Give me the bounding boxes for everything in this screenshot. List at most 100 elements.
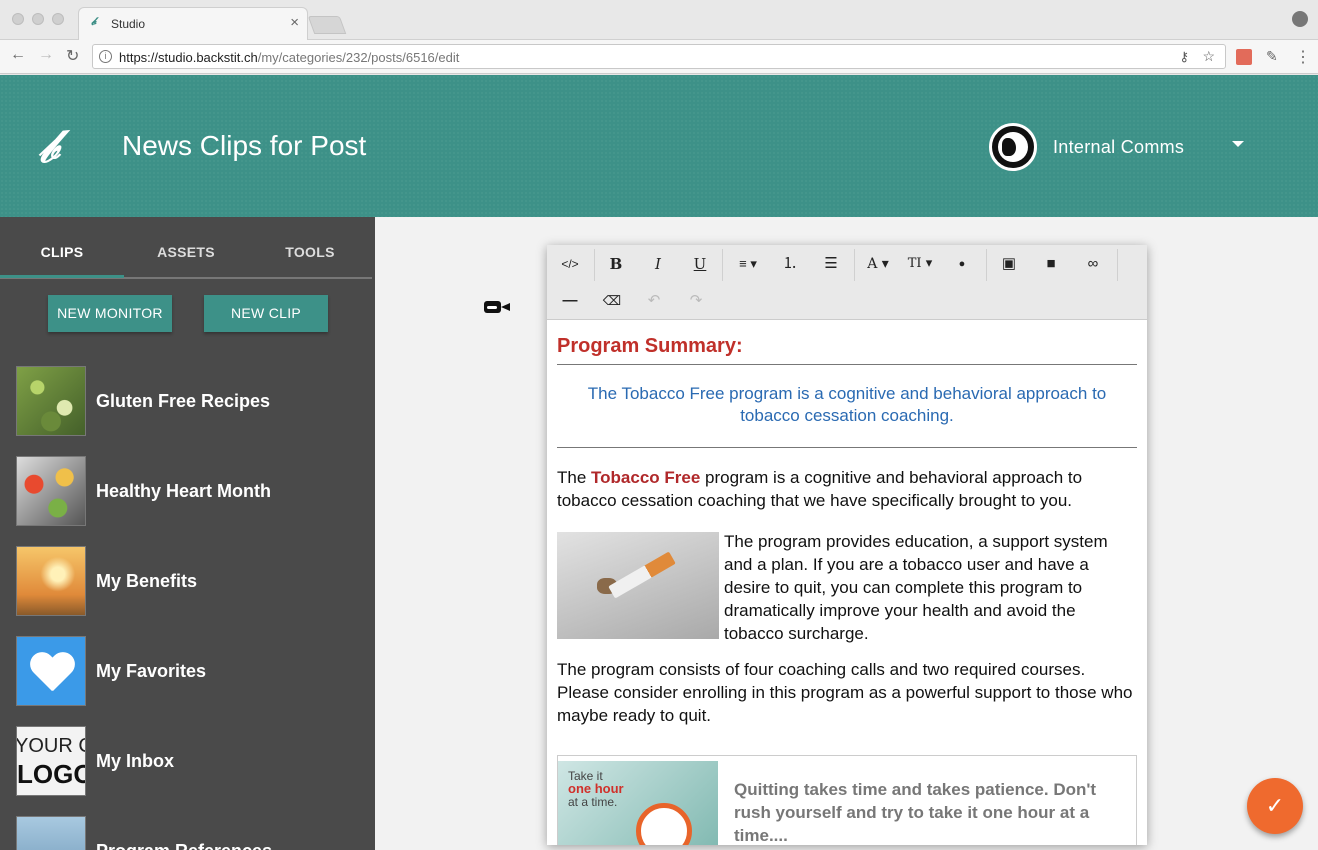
- insert-image-icon[interactable]: ▣: [991, 249, 1027, 279]
- heart-icon: [29, 653, 75, 693]
- unordered-list-button[interactable]: ☰: [813, 249, 849, 279]
- sidebar: CLIPS ASSETS TOOLS NEW MONITOR NEW CLIP …: [0, 217, 375, 850]
- extension-icon[interactable]: [1236, 49, 1252, 65]
- font-size-button[interactable]: TI ▾: [902, 249, 938, 279]
- image-text-row: The program provides education, a suppor…: [557, 530, 1137, 643]
- url-text: https://studio.backstit.ch/my/categories…: [119, 50, 459, 65]
- code-view-button[interactable]: </>: [552, 249, 588, 279]
- color-drop-icon[interactable]: ●: [944, 249, 980, 279]
- sidebar-item-program-references[interactable]: Program References: [16, 816, 366, 850]
- editor-content[interactable]: Program Summary: The Tobacco Free progra…: [557, 335, 1137, 727]
- insert-link-icon[interactable]: ∞: [1075, 249, 1111, 279]
- clip-thumbnail: [16, 456, 86, 526]
- clock-image: Take it one hour at a time.: [558, 761, 718, 845]
- extension-pen-icon[interactable]: ✎: [1266, 48, 1278, 65]
- sidebar-item-my-favorites[interactable]: My Favorites: [16, 636, 366, 706]
- backstitch-favicon-icon: 𝒷: [91, 16, 96, 28]
- sidebar-item-label: Healthy Heart Month: [96, 481, 272, 501]
- undo-icon[interactable]: ↶: [636, 286, 672, 316]
- back-arrow-icon[interactable]: ←: [10, 46, 26, 64]
- new-tab-button[interactable]: [307, 16, 347, 34]
- globe-avatar-icon[interactable]: [989, 123, 1037, 171]
- vr-lens: [487, 306, 497, 309]
- alarm-clock-icon: [636, 803, 692, 845]
- thumbnail-text-line2: LOGO: [17, 759, 86, 789]
- program-description-paragraph: The program provides education, a suppor…: [724, 532, 1108, 643]
- org-name[interactable]: Internal Comms: [1053, 137, 1184, 158]
- sidebar-tabs: CLIPS ASSETS TOOLS: [0, 217, 372, 279]
- browser-toolbar: ← → ↻ i https://studio.backstit.ch/my/ca…: [0, 40, 1318, 74]
- new-monitor-button[interactable]: NEW MONITOR: [48, 295, 172, 332]
- align-dropdown-button[interactable]: ≡ ▾: [730, 249, 766, 279]
- redo-icon[interactable]: ↷: [678, 286, 714, 316]
- embedded-clip-card[interactable]: Take it one hour at a time. Quitting tak…: [557, 755, 1137, 845]
- insert-video-icon[interactable]: ■: [1033, 249, 1069, 279]
- org-dropdown-caret-icon[interactable]: [1232, 141, 1244, 147]
- program-name-highlight: Tobacco Free: [591, 468, 701, 487]
- toolbar-separator: [986, 249, 987, 281]
- sidebar-item-label: My Favorites: [96, 661, 207, 681]
- app-header: 𝒷 News Clips for Post Internal Comms: [0, 75, 1318, 217]
- globe-inner: [998, 132, 1028, 162]
- clip-thumbnail: [16, 546, 86, 616]
- vr-body: [484, 301, 501, 313]
- eraser-icon[interactable]: ⌫: [594, 286, 630, 316]
- bookmark-star-icon[interactable]: ☆: [1202, 48, 1215, 65]
- sidebar-item-label: Gluten Free Recipes: [96, 391, 271, 411]
- enrollment-paragraph: The program consists of four coaching ca…: [557, 660, 1133, 725]
- card-text: Quitting takes time and takes patience. …: [734, 780, 1097, 845]
- tab-clips[interactable]: CLIPS: [0, 244, 124, 260]
- reload-icon[interactable]: ↻: [66, 46, 79, 66]
- url-host: https://studio.backstit.ch: [119, 50, 258, 65]
- profile-icon[interactable]: [1292, 11, 1308, 27]
- ordered-list-button[interactable]: ⒈: [772, 249, 808, 279]
- cigarette-image: [557, 532, 719, 639]
- thumbnail-text-line1: YOUR CO: [16, 735, 85, 757]
- key-icon[interactable]: ⚷: [1179, 49, 1189, 65]
- cigarette: [608, 551, 676, 599]
- bold-button[interactable]: B: [598, 249, 634, 279]
- tab-tools[interactable]: TOOLS: [248, 244, 372, 260]
- horizontal-rule-button[interactable]: —: [552, 286, 588, 316]
- card-image-text-3: at a time.: [568, 795, 618, 809]
- url-path: /my/categories/232/posts/6516/edit: [257, 50, 460, 65]
- tab-close-icon[interactable]: ×: [290, 14, 299, 31]
- sidebar-item-gluten-free-recipes[interactable]: Gluten Free Recipes: [16, 366, 366, 436]
- sidebar-item-label: My Benefits: [96, 571, 198, 591]
- sidebar-item-my-benefits[interactable]: My Benefits: [16, 546, 366, 616]
- close-window-button[interactable]: [12, 13, 24, 25]
- intro-paragraph: The Tobacco Free program is a cognitive …: [557, 466, 1137, 512]
- sidebar-item-healthy-heart-month[interactable]: Healthy Heart Month: [16, 456, 366, 526]
- toolbar-separator: [722, 249, 723, 281]
- clip-thumbnail: YOUR CO LOGO: [16, 726, 86, 796]
- maximize-window-button[interactable]: [52, 13, 64, 25]
- save-check-button[interactable]: ✓: [1247, 778, 1303, 834]
- forward-arrow-icon[interactable]: →: [38, 46, 54, 64]
- card-image-text-2: one hour: [568, 781, 624, 796]
- rich-text-editor: </> B I U ≡ ▾ ⒈ ☰ A ▾ TI ▾ ● ▣ ■ ∞ — ⌫ ↶…: [547, 245, 1147, 845]
- globe-land: [1002, 138, 1016, 156]
- vr-cam: [501, 303, 510, 311]
- page-title: News Clips for Post: [122, 130, 367, 161]
- program-summary-heading: Program Summary:: [557, 335, 1137, 365]
- sidebar-item-label: Program References: [96, 841, 272, 850]
- vr-headset-icon[interactable]: [484, 300, 510, 314]
- tab-title: Studio: [111, 17, 146, 31]
- underline-button[interactable]: U: [682, 249, 718, 279]
- browser-tabstrip: 𝒷 Studio ×: [0, 0, 1318, 40]
- backstitch-logo-icon[interactable]: 𝒷: [38, 121, 58, 171]
- menu-dots-icon[interactable]: ⋮: [1295, 47, 1311, 67]
- address-bar[interactable]: i https://studio.backstit.ch/my/categori…: [92, 44, 1226, 69]
- new-clip-button[interactable]: NEW CLIP: [204, 295, 328, 332]
- browser-tab-studio[interactable]: 𝒷 Studio ×: [78, 7, 308, 40]
- minimize-window-button[interactable]: [32, 13, 44, 25]
- active-tab-indicator: [0, 275, 124, 278]
- tab-assets[interactable]: ASSETS: [124, 244, 248, 260]
- sidebar-item-my-inbox[interactable]: YOUR CO LOGO My Inbox: [16, 726, 366, 796]
- italic-button[interactable]: I: [640, 249, 676, 279]
- font-family-button[interactable]: A ▾: [860, 249, 896, 279]
- site-info-icon[interactable]: i: [99, 50, 112, 63]
- clip-thumbnail: [16, 366, 86, 436]
- editor-toolbar: </> B I U ≡ ▾ ⒈ ☰ A ▾ TI ▾ ● ▣ ■ ∞ — ⌫ ↶…: [547, 245, 1147, 320]
- toolbar-separator: [594, 249, 595, 281]
